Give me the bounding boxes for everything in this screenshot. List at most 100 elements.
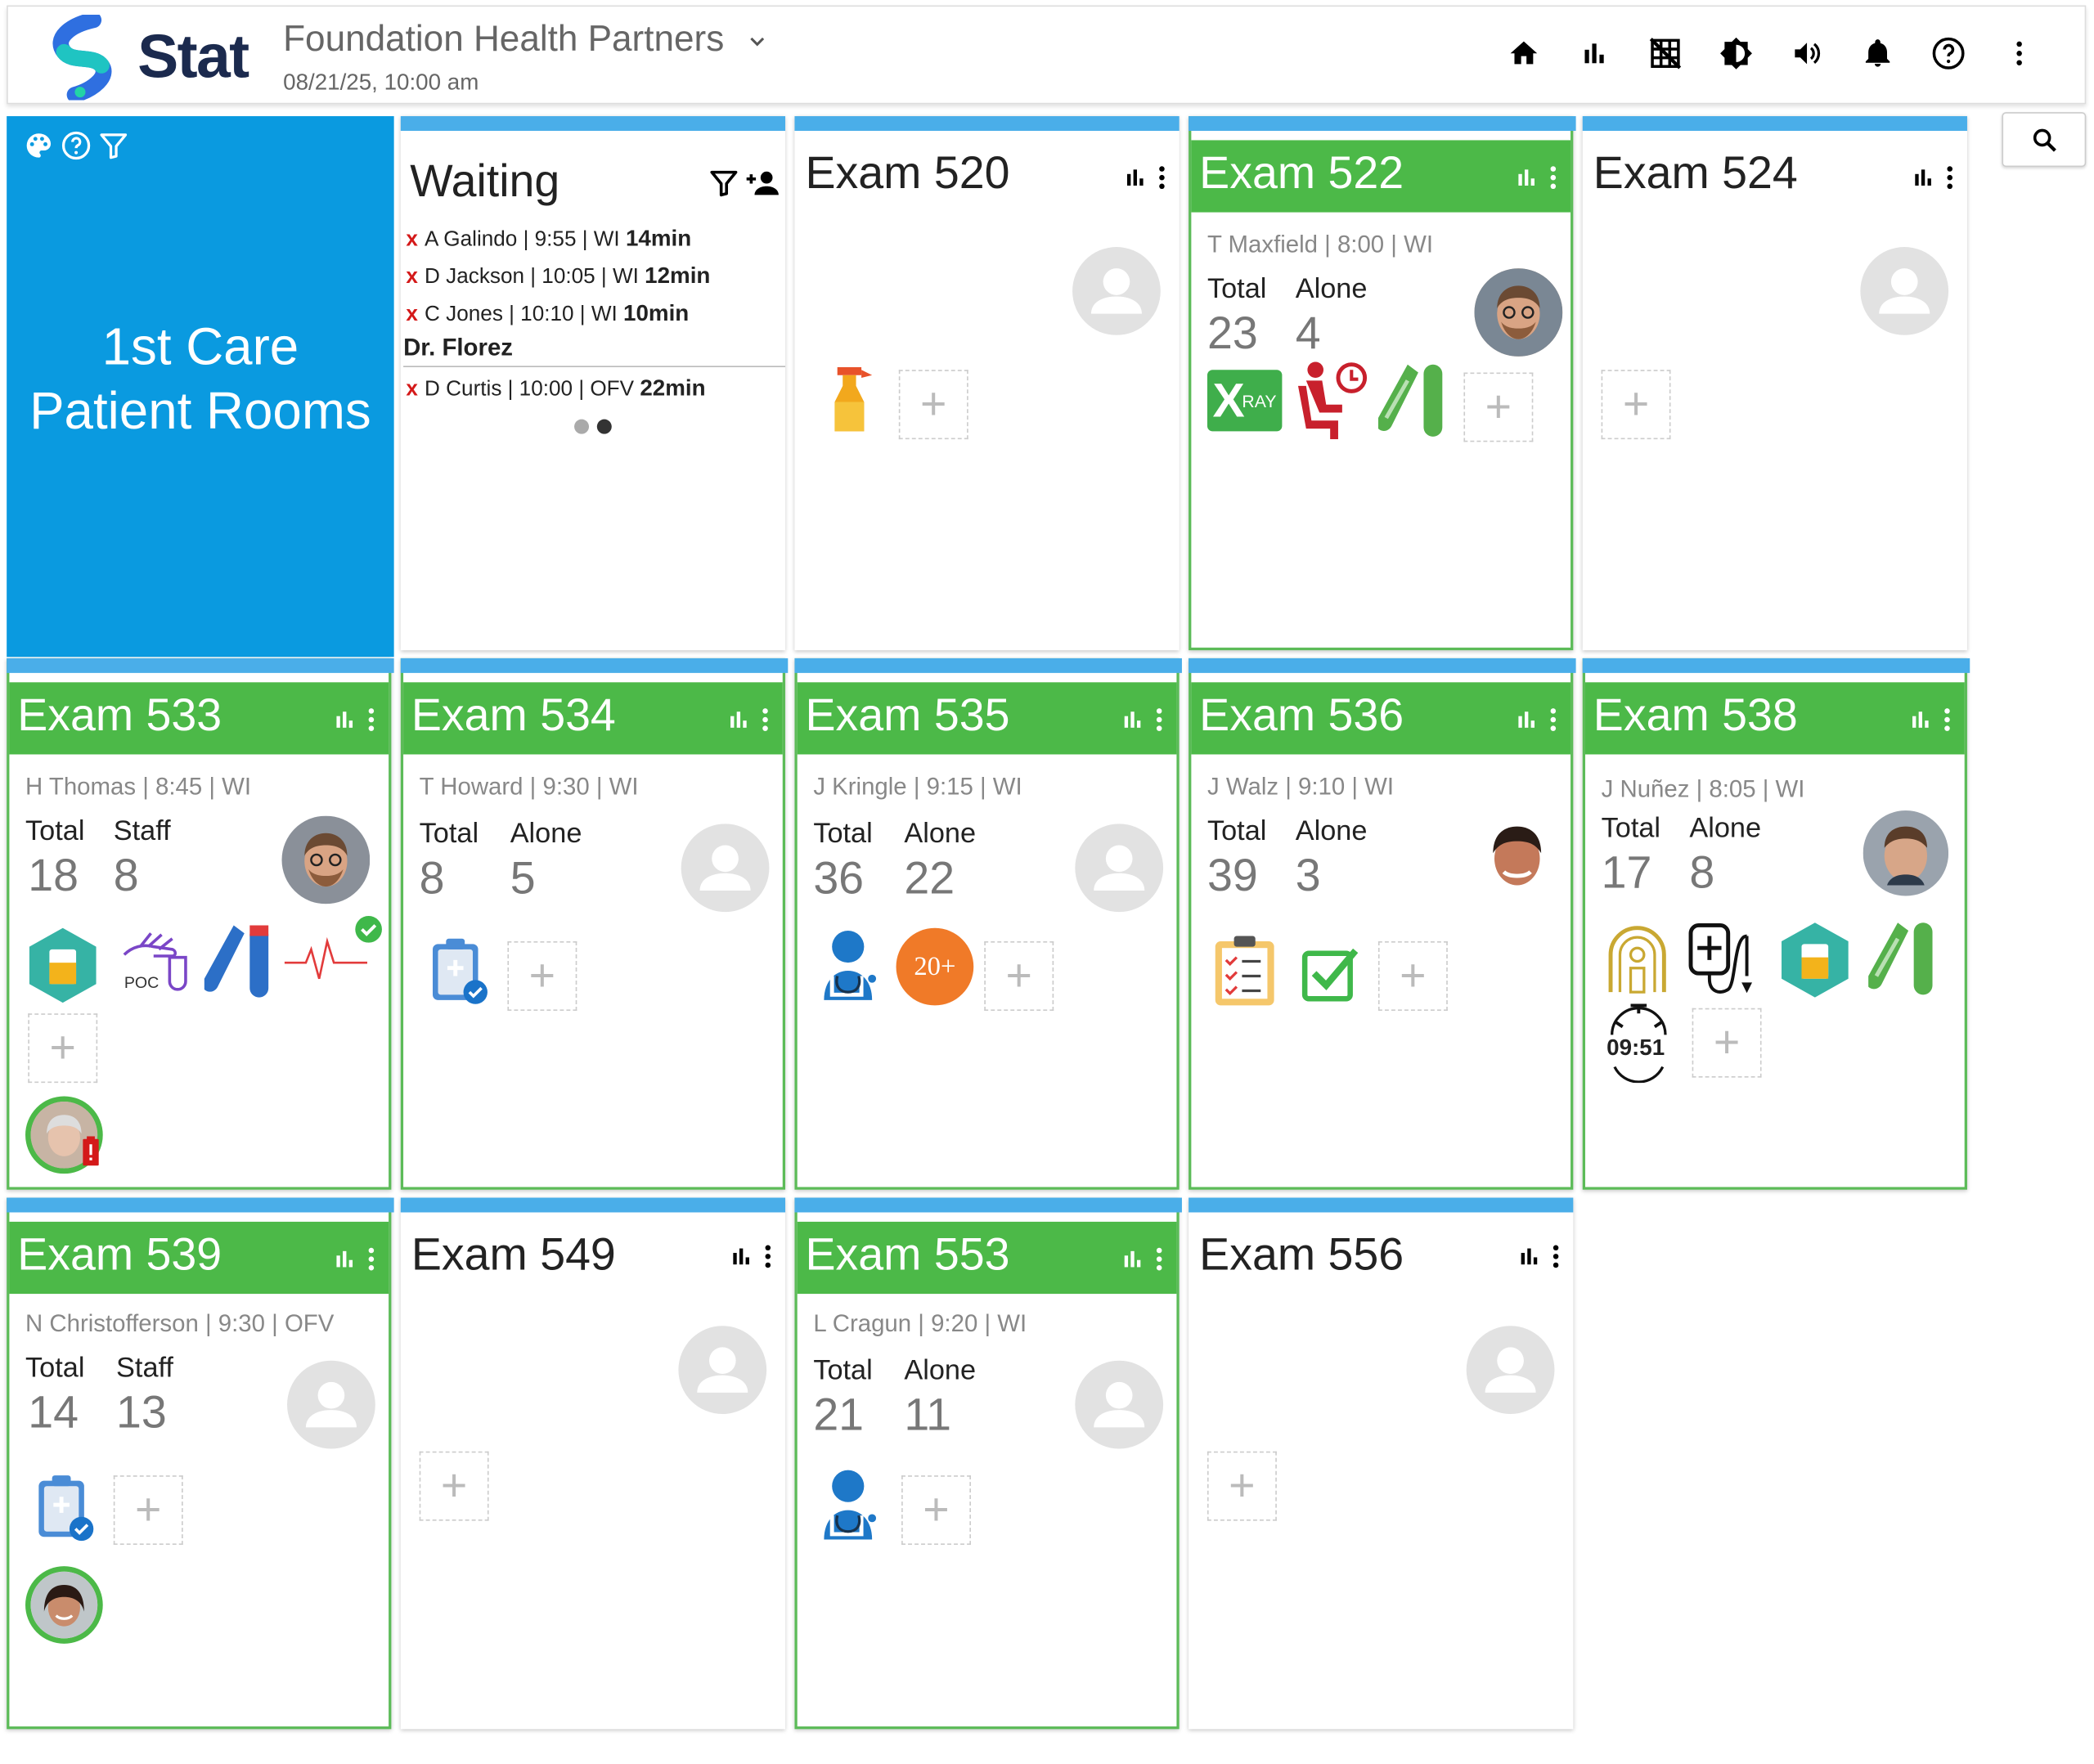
patient-waiting-chair-icon[interactable] [1292,359,1370,440]
bar-chart-icon[interactable] [730,1246,752,1267]
waiting-patient-row[interactable]: xD Curtis | 10:00 | OFV 22min [406,375,705,402]
xray-complete-icon[interactable]: X RAY [1207,370,1283,432]
lab-tubes-complete-icon[interactable] [1868,920,1940,998]
lab-tubes-complete-icon[interactable] [1377,361,1450,439]
add-item-button[interactable]: + [1207,1451,1277,1521]
bell-icon[interactable] [1858,34,1898,74]
bar-chart-icon[interactable] [1121,1249,1143,1270]
mri-scan-icon[interactable] [1604,918,1671,995]
lab-tubes-ordered-icon[interactable] [204,922,276,1000]
organization-selector[interactable]: Foundation Health Partners [283,19,769,61]
add-item-button[interactable]: + [507,941,577,1011]
urine-sample-icon[interactable] [25,925,100,1005]
volume-icon[interactable] [1787,34,1827,74]
more-vert-icon[interactable] [1943,707,1952,731]
avatar-placeholder[interactable] [1072,247,1161,335]
bar-chart-icon[interactable] [334,1249,355,1270]
provider-avatar[interactable] [281,815,371,904]
filter-icon[interactable] [708,167,739,199]
waiting-patient-row[interactable]: xA Galindo | 9:55 | WI 14min [406,226,691,253]
bar-chart-icon[interactable] [1125,167,1146,188]
help-icon[interactable] [60,129,92,161]
cleaning-spray-icon[interactable] [827,361,875,436]
room-card-522[interactable]: Exam 522 T Maxfield | 8:00 | WI Total Al… [1189,116,1576,651]
room-card-534[interactable]: Exam 534 T Howard | 9:30 | WI Total Alon… [400,658,789,1190]
bar-chart-icon[interactable] [1910,709,1931,730]
add-item-button[interactable]: + [901,1475,971,1546]
remove-icon[interactable]: x [406,228,418,251]
room-card-533[interactable]: Exam 533 H Thomas | 8:45 | WI Total Staf… [7,658,394,1190]
remove-icon[interactable]: x [406,378,418,401]
more-vert-icon[interactable] [1155,1247,1163,1271]
patient-avatar[interactable] [25,1566,103,1644]
provider-avatar[interactable] [1863,810,1949,896]
palette-icon[interactable] [23,129,55,161]
more-vert-icon[interactable] [764,1245,772,1268]
brightness-icon[interactable] [1716,34,1756,74]
provider-with-patient-icon[interactable] [819,928,883,1006]
add-item-button[interactable]: + [1463,372,1534,442]
add-item-button[interactable]: + [28,1013,98,1084]
avatar-placeholder[interactable] [1075,1360,1164,1449]
remove-icon[interactable]: x [406,303,418,326]
avatar-placeholder[interactable] [287,1360,375,1449]
grid-off-icon[interactable] [1645,34,1685,74]
avatar-placeholder[interactable] [1075,824,1164,913]
bar-chart-icon[interactable] [1518,1246,1539,1267]
bar-chart-icon[interactable] [1516,709,1537,730]
add-person-icon[interactable] [745,167,783,199]
checkbox-checked-icon[interactable] [1301,944,1362,1003]
more-vert-icon[interactable] [1155,707,1163,731]
waiting-patient-row[interactable]: xC Jones | 10:10 | WI 10min [406,300,689,327]
add-item-button[interactable]: + [1601,370,1671,440]
bar-chart-icon[interactable] [1575,34,1615,74]
wait-time-badge[interactable]: 20+ [896,927,974,1006]
more-vert-icon[interactable] [1549,165,1557,190]
bar-chart-icon[interactable] [728,709,749,730]
page-dot[interactable] [574,419,590,434]
more-vert-icon[interactable] [1552,1245,1560,1268]
page-dot-active[interactable] [596,419,612,434]
clipboard-check-icon[interactable] [36,1473,95,1542]
provider-avatar[interactable] [1476,815,1557,896]
room-card-524[interactable]: Exam 524 + [1582,116,1967,651]
help-icon[interactable] [1929,34,1969,74]
room-card-520[interactable]: Exam 520 + [794,116,1180,651]
filter-icon[interactable] [97,129,129,161]
room-card-549[interactable]: Exam 549 + [400,1197,786,1730]
add-item-button[interactable]: + [1692,1008,1762,1078]
more-vert-icon[interactable] [1158,165,1166,190]
more-vert-icon[interactable] [1946,165,1954,190]
clipboard-check-icon[interactable] [430,936,489,1006]
room-card-556[interactable]: Exam 556 + [1189,1197,1574,1730]
pagination-dots[interactable] [574,419,612,434]
avatar-placeholder[interactable] [681,824,770,913]
checklist-icon[interactable] [1212,933,1276,1008]
bar-chart-icon[interactable] [1121,709,1143,730]
more-vert-icon[interactable] [1549,707,1557,731]
urine-sample-icon[interactable] [1777,920,1852,1000]
provider-with-patient-icon[interactable] [819,1467,883,1545]
waiting-patient-row[interactable]: xD Jackson | 10:05 | WI 12min [406,263,710,290]
avatar-placeholder[interactable] [1466,1326,1555,1415]
search-button[interactable] [2002,112,2087,168]
more-vert-icon[interactable] [367,707,375,731]
room-card-539[interactable]: Exam 539 N Christofferson | 9:30 | OFV T… [7,1197,394,1730]
add-item-button[interactable]: + [419,1451,489,1521]
provider-avatar[interactable] [1474,268,1563,357]
avatar-placeholder[interactable] [678,1326,767,1415]
remove-icon[interactable]: x [406,266,418,289]
more-vert-icon[interactable] [1999,34,2039,74]
room-card-538[interactable]: Exam 538 J Nuñez | 8:05 | WI Total Alone… [1582,658,1970,1190]
more-vert-icon[interactable] [762,707,770,731]
stopwatch-timer[interactable]: 09:51 [1604,1000,1674,1084]
home-icon[interactable] [1503,34,1544,74]
ekg-icon[interactable] [284,936,367,985]
room-card-553[interactable]: Exam 553 L Cragun | 9:20 | WI Total Alon… [794,1197,1182,1730]
bar-chart-icon[interactable] [334,709,355,730]
room-card-535[interactable]: Exam 535 J Kringle | 9:15 | WI Total Alo… [794,658,1182,1190]
add-item-button[interactable]: + [898,370,968,440]
more-vert-icon[interactable] [367,1247,375,1271]
add-item-button[interactable]: + [984,941,1054,1011]
add-item-button[interactable]: + [1377,941,1448,1011]
